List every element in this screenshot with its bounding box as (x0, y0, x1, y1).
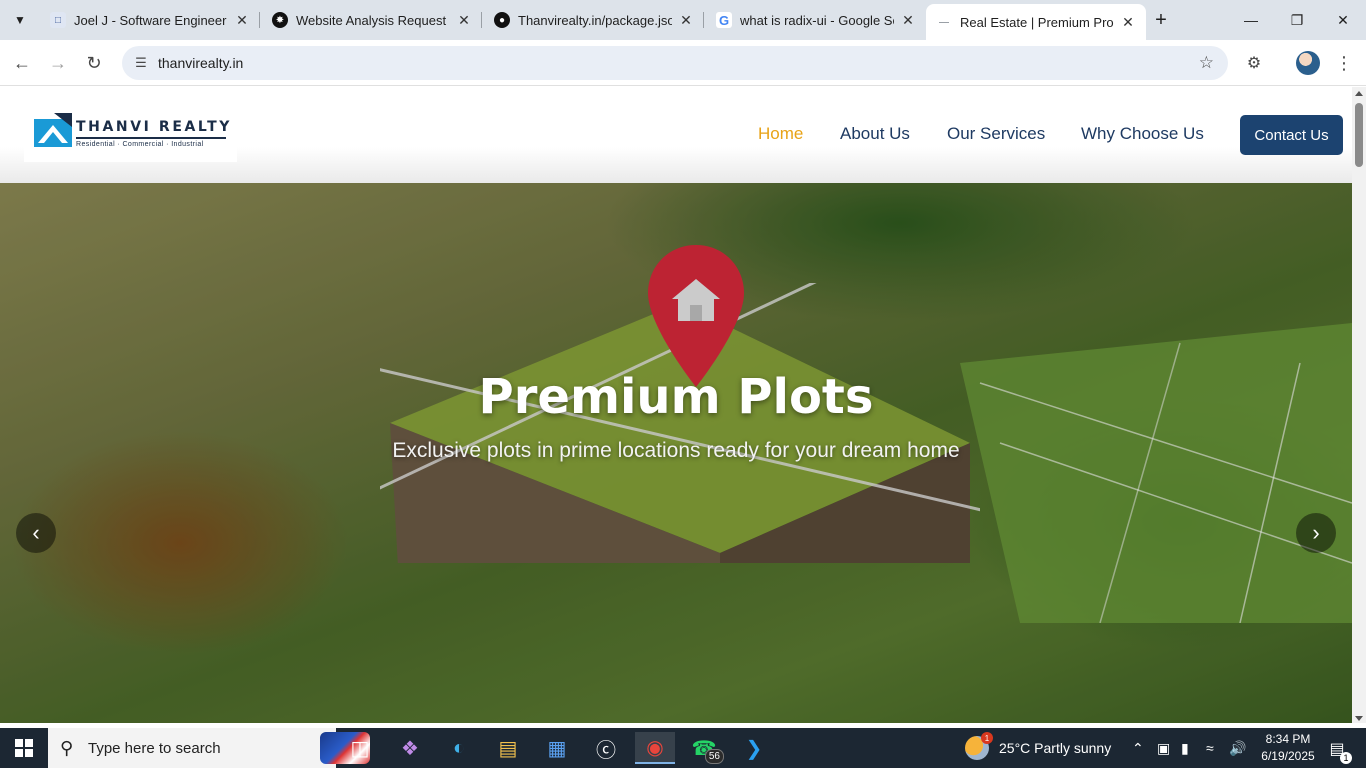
new-tab-button[interactable]: + (1150, 9, 1172, 31)
extensions-icon[interactable]: ⚙ (1243, 52, 1265, 74)
whatsapp-icon[interactable]: ☎ 56 (684, 732, 724, 764)
close-tab-icon[interactable]: ✕ (1120, 14, 1136, 30)
forward-button[interactable]: → (44, 49, 72, 77)
tab-title: Website Analysis Request (296, 12, 447, 28)
scroll-down-arrow-icon[interactable] (1355, 716, 1363, 721)
system-clock[interactable]: 8:34 PM 6/19/2025 (1256, 731, 1320, 765)
battery-icon[interactable]: ▮ (1181, 728, 1189, 768)
bookmark-star-icon[interactable]: ☆ (1199, 53, 1214, 73)
windows-logo-icon (15, 739, 33, 757)
nav-about-us[interactable]: About Us (840, 124, 910, 144)
whatsapp-badge: 56 (704, 749, 724, 764)
prev-slide-button[interactable]: ‹ (16, 513, 56, 553)
contact-us-button[interactable]: Contact Us (1240, 115, 1343, 155)
minimize-button[interactable]: — (1228, 0, 1274, 40)
back-button[interactable]: ← (8, 49, 36, 77)
address-bar[interactable]: ☰ thanvirealty.in ☆ (122, 46, 1228, 80)
github-icon: ● (494, 12, 510, 28)
restore-button[interactable]: ❐ (1274, 0, 1320, 40)
chrome-icon[interactable]: ◉ (635, 732, 675, 764)
browser-menu-icon[interactable]: ⋮ (1334, 51, 1354, 75)
tab-separator (481, 12, 482, 28)
notification-badge: 1 (1340, 752, 1352, 764)
reload-button[interactable]: ↻ (80, 49, 108, 77)
windows-taskbar: ⚲ Type here to search ◫ ❖ ◐ ▤ ▦ ⓒ ◉ ☎ 56 … (0, 728, 1366, 768)
taskbar-search[interactable]: ⚲ Type here to search (48, 728, 370, 768)
nav-our-services[interactable]: Our Services (947, 124, 1045, 144)
clock-time: 8:34 PM (1265, 732, 1311, 746)
nav-home[interactable]: Home (758, 124, 803, 144)
site-logo[interactable]: THANVI REALTY Residential · Commercial ·… (24, 99, 237, 162)
close-tab-icon[interactable]: ✕ (456, 12, 472, 28)
tab-title: Joel J - Software Engineer (74, 12, 227, 28)
show-hidden-icons[interactable]: ⌃ (1132, 728, 1144, 768)
tab-google-search[interactable]: G what is radix-ui - Google Search ✕ (706, 6, 926, 34)
udemy-icon[interactable]: ⓒ (586, 732, 626, 764)
loading-icon: — (939, 16, 949, 28)
search-icon: ⚲ (60, 737, 74, 758)
url-text[interactable]: thanvirealty.in (158, 55, 243, 71)
search-placeholder: Type here to search (88, 739, 221, 757)
task-view-icon[interactable]: ◫ (340, 732, 380, 764)
file-explorer-icon[interactable]: ▤ (488, 732, 528, 764)
hero-subtitle: Exclusive plots in prime locations ready… (392, 439, 960, 462)
tab-separator (703, 12, 704, 28)
close-tab-icon[interactable]: ✕ (678, 12, 694, 28)
next-slide-button[interactable]: › (1296, 513, 1336, 553)
google-icon: G (716, 12, 732, 28)
tab-website-analysis[interactable]: ✸ Website Analysis Request ✕ (262, 6, 482, 34)
clock-date: 6/19/2025 (1261, 749, 1315, 763)
start-button[interactable] (0, 728, 48, 768)
browser-tab-bar: ▼ □ Joel J - Software Engineer ✕ ✸ Websi… (0, 0, 1366, 40)
weather-partly-sunny-icon: 1 (965, 732, 993, 760)
tab-real-estate[interactable]: — Real Estate | Premium Properties ✕ (926, 4, 1146, 40)
microsoft-store-icon[interactable]: ▦ (537, 732, 577, 764)
tab-title: Thanvirealty.in/package.json (518, 12, 672, 28)
volume-icon[interactable]: 🔊 (1229, 728, 1246, 768)
weather-text: 25°C Partly sunny (999, 740, 1112, 756)
logo-tagline: Residential · Commercial · Industrial (76, 137, 226, 148)
nav-why-choose-us[interactable]: Why Choose Us (1081, 124, 1204, 144)
page-scrollbar[interactable] (1352, 87, 1366, 723)
weather-alert-badge: 1 (981, 732, 993, 744)
scroll-up-arrow-icon[interactable] (1355, 91, 1363, 96)
profile-avatar[interactable] (1296, 51, 1320, 75)
openai-icon: ✸ (272, 12, 288, 28)
scrollbar-thumb[interactable] (1355, 103, 1363, 167)
website-viewport: ‹ › Premium Plots Exclusive plots in pri… (0, 87, 1352, 723)
site-info-icon[interactable]: ☰ (130, 55, 152, 71)
tab-title: Real Estate | Premium Properties (960, 14, 1114, 30)
tab-search-button[interactable]: ▼ (8, 8, 32, 32)
tab-joel[interactable]: □ Joel J - Software Engineer ✕ (40, 6, 260, 34)
close-window-button[interactable]: ✕ (1320, 0, 1366, 40)
tab-github-package[interactable]: ● Thanvirealty.in/package.json ✕ (484, 6, 704, 34)
copilot-icon[interactable]: ❖ (390, 732, 430, 764)
site-header: THANVI REALTY Residential · Commercial ·… (0, 87, 1352, 183)
edge-icon[interactable]: ◐ (439, 732, 479, 764)
logo-brand-text: THANVI REALTY (76, 119, 233, 135)
hero-title: Premium Plots (478, 369, 874, 425)
weather-widget[interactable]: 1 25°C Partly sunny (965, 728, 1111, 768)
tab-title: what is radix-ui - Google Search (740, 12, 894, 28)
vscode-icon[interactable]: ❯ (734, 732, 774, 764)
browser-toolbar: ← → ↻ ☰ thanvirealty.in ☆ ⚙ ⋮ (0, 40, 1366, 86)
logo-mark-icon (34, 113, 72, 147)
tab-separator (259, 12, 260, 28)
wifi-icon[interactable]: ≈ (1206, 728, 1214, 768)
close-tab-icon[interactable]: ✕ (234, 12, 250, 28)
meet-now-icon[interactable]: ▣ (1157, 728, 1170, 768)
notification-center-icon[interactable]: ▤ 1 (1324, 736, 1352, 764)
page-icon: □ (50, 12, 66, 28)
close-tab-icon[interactable]: ✕ (900, 12, 916, 28)
